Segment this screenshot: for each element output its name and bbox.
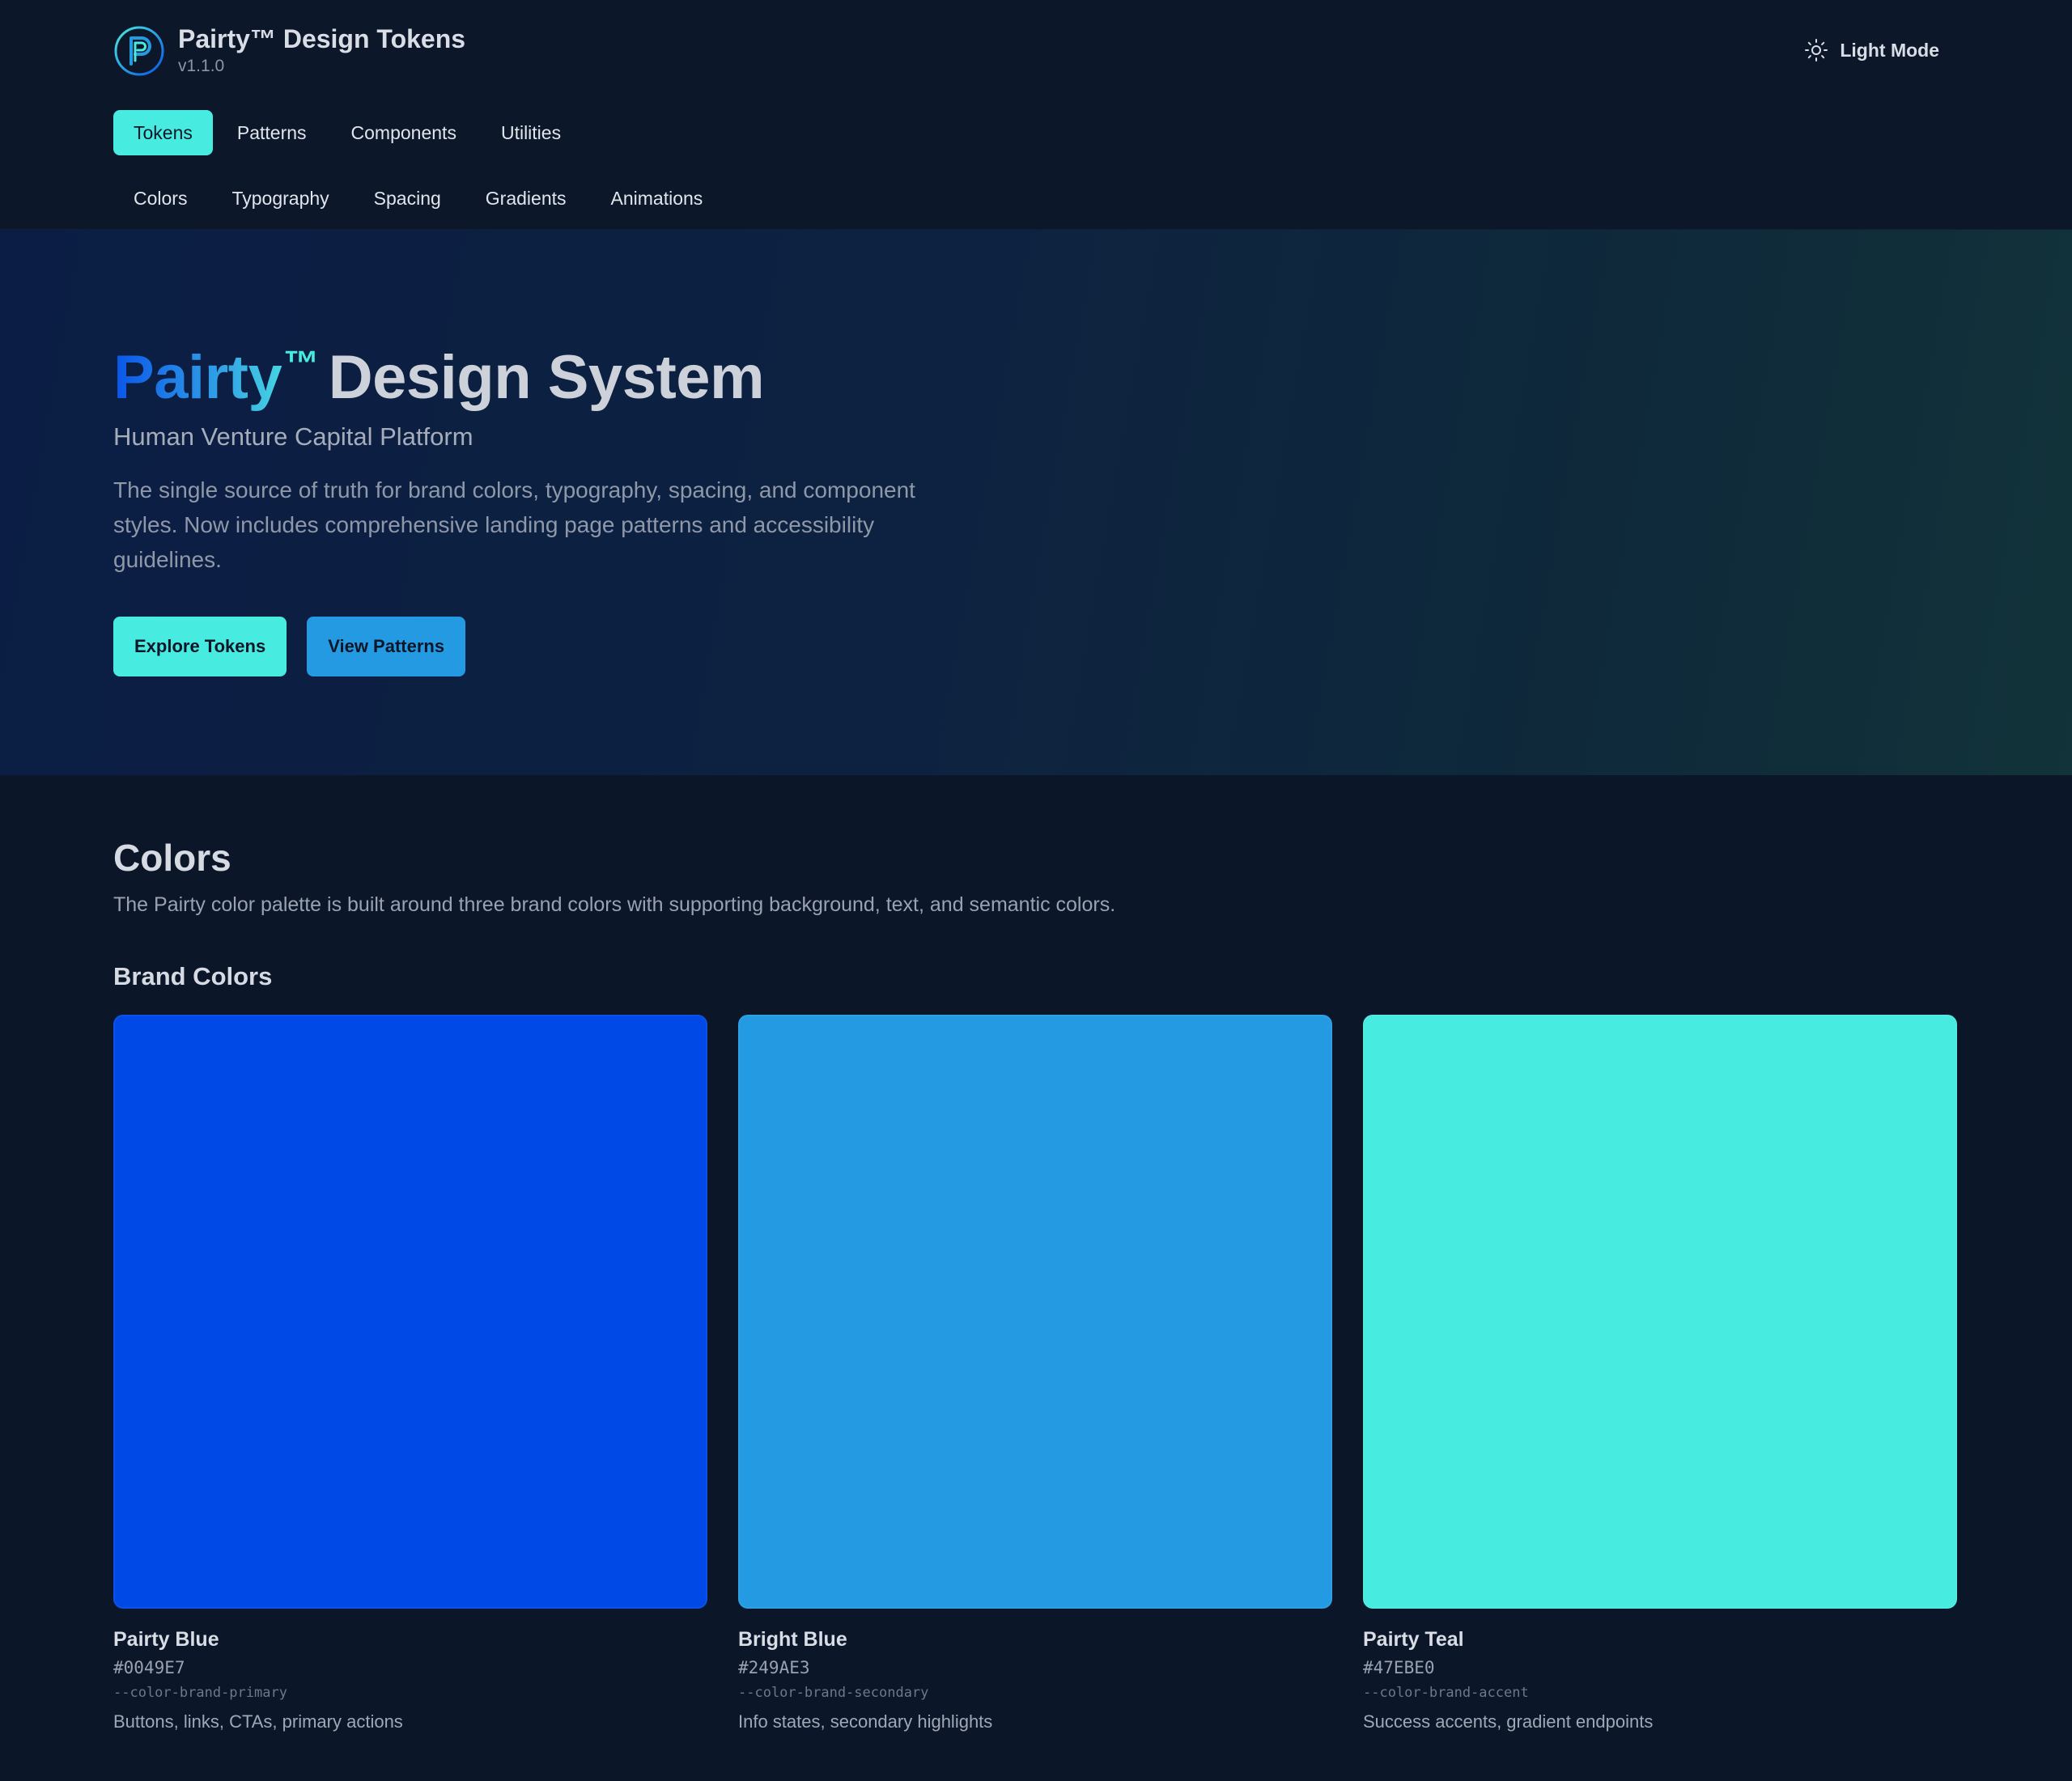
hero-section: Pairty™ Design System Human Venture Capit… [0,230,2072,775]
hero-description: The single source of truth for brand col… [113,477,915,572]
pairty-logo-icon [114,26,164,76]
sun-icon [1805,39,1828,61]
primary-nav: Tokens Patterns Components Utilities [113,110,585,155]
subnav-gradients[interactable]: Gradients [465,180,587,217]
colors-section-title: Colors [113,837,231,879]
swatch-card-bright-blue[interactable]: Bright Blue #249AE3 --color-brand-second… [738,1015,1332,1735]
color-swatch[interactable] [113,1015,707,1609]
swatch-hex: #47EBE0 [1363,1658,1435,1677]
hero-title-rest: Design System [328,343,765,412]
brand-title: Pairty™ Design Tokens [178,24,466,53]
swatch-name: Pairty Blue [113,1628,219,1651]
hero-title-brand: Pairty [113,343,282,412]
swatch-card-pairty-teal[interactable]: Pairty Teal #47EBE0 --color-brand-accent… [1363,1015,1957,1735]
tab-components[interactable]: Components [331,110,477,155]
hero-subtitle: Human Venture Capital Platform [113,422,473,451]
hero-actions: Explore Tokens View Patterns [113,617,486,676]
swatch-card-pairty-blue[interactable]: Pairty Blue #0049E7 --color-brand-primar… [113,1015,707,1735]
swatch-hex: #0049E7 [113,1658,185,1677]
explore-tokens-button[interactable]: Explore Tokens [113,617,287,676]
theme-toggle-button[interactable]: Light Mode [1804,32,1939,68]
secondary-nav: Colors Typography Spacing Gradients Anim… [113,180,727,217]
subnav-spacing[interactable]: Spacing [354,180,461,217]
swatch-css-variable: --color-brand-secondary [738,1685,929,1701]
view-patterns-button[interactable]: View Patterns [307,617,466,676]
colors-section-description: The Pairty color palette is built around… [113,893,1116,916]
swatch-css-variable: --color-brand-accent [1363,1685,1529,1701]
hero-title: Pairty™ Design System [113,325,765,417]
subnav-typography[interactable]: Typography [211,180,349,217]
version-label: v1.1.0 [178,57,225,75]
swatch-name: Pairty Teal [1363,1628,1464,1651]
tab-tokens[interactable]: Tokens [113,110,213,155]
color-swatch[interactable] [1363,1015,1957,1609]
theme-toggle-label: Light Mode [1840,39,1939,61]
swatch-usage: Buttons, links, CTAs, primary actions [113,1711,403,1732]
swatch-hex: #249AE3 [738,1658,810,1677]
color-swatch[interactable] [738,1015,1332,1609]
swatch-css-variable: --color-brand-primary [113,1685,287,1701]
site-header: Pairty™ Design Tokens v1.1.0 Light Mode … [0,0,2072,230]
swatch-usage: Info states, secondary highlights [738,1711,993,1732]
brand[interactable]: Pairty™ Design Tokens v1.1.0 [113,23,465,79]
brand-colors-title: Brand Colors [113,962,273,990]
hero-title-trademark: ™ [283,344,319,384]
brand-text: Pairty™ Design Tokens v1.1.0 [178,24,465,78]
swatch-usage: Success accents, gradient endpoints [1363,1711,1654,1732]
tab-utilities[interactable]: Utilities [481,110,581,155]
subnav-colors[interactable]: Colors [113,180,207,217]
subnav-animations[interactable]: Animations [591,180,724,217]
brand-color-swatches: Pairty Blue #0049E7 --color-brand-primar… [113,1015,1959,1743]
swatch-name: Bright Blue [738,1628,847,1651]
tab-patterns[interactable]: Patterns [217,110,327,155]
